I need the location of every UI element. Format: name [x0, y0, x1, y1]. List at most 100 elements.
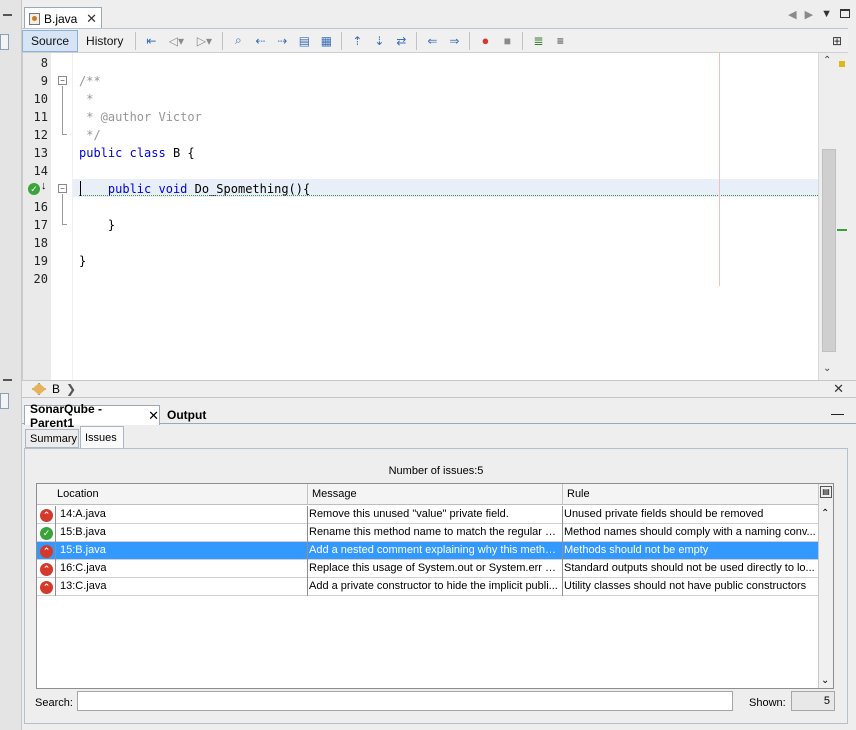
- previous-bookmark-icon[interactable]: ⇡: [346, 30, 368, 52]
- back-icon[interactable]: ◁▾: [162, 30, 190, 52]
- start-macro-icon[interactable]: ●: [474, 30, 496, 52]
- divider: [469, 31, 471, 50]
- left-panel-edge: [0, 393, 9, 409]
- arrow-down-icon: ↓: [41, 180, 47, 192]
- tab-issues[interactable]: Issues: [80, 426, 124, 448]
- close-icon[interactable]: ✕: [833, 381, 844, 397]
- column-divider[interactable]: [562, 484, 563, 505]
- search-input[interactable]: [77, 691, 733, 711]
- editor-tab-bar: B.java ✕ ◀ ▶ ▼: [22, 4, 856, 29]
- ide-window: B.java ✕ ◀ ▶ ▼ Source History ⇤ ◁▾ ▷▾ ⌕ …: [0, 0, 856, 730]
- fold-guide: [62, 86, 63, 134]
- column-divider: [562, 578, 563, 596]
- column-divider: [562, 506, 563, 524]
- cell-message: Remove this unused "value" private field…: [309, 508, 509, 520]
- fold-collapse-icon[interactable]: −: [58, 76, 67, 85]
- cell-rule: Utility classes should not have public c…: [564, 580, 807, 592]
- issue-count: Number of issues:5: [388, 465, 484, 477]
- line-number: 20: [33, 272, 48, 286]
- scroll-down-icon[interactable]: ⌄: [821, 675, 829, 686]
- column-header-rule[interactable]: Rule: [567, 488, 590, 500]
- column-divider: [307, 578, 308, 596]
- file-tab[interactable]: B.java ✕: [24, 7, 102, 29]
- find-previous-icon[interactable]: ⇠: [249, 30, 271, 52]
- scroll-left-icon[interactable]: ◀: [788, 8, 796, 21]
- fold-collapse-icon[interactable]: −: [58, 184, 67, 193]
- column-divider: [55, 542, 56, 560]
- issues-pane: Number of issues:5 Location Message Rule…: [24, 448, 848, 724]
- code-text: public class B {: [79, 146, 195, 160]
- uncomment-icon[interactable]: ≡: [549, 30, 571, 52]
- line-number: 10: [33, 92, 48, 106]
- column-header-location[interactable]: Location: [57, 488, 99, 500]
- table-row[interactable]: ⌃ 14:A.java Remove this unused "value" pri…: [37, 506, 819, 524]
- code-line[interactable]: /**: [79, 72, 101, 90]
- tab-summary[interactable]: Summary: [25, 429, 79, 448]
- line-number: 11: [33, 110, 48, 124]
- ok-marker[interactable]: [837, 229, 847, 231]
- shift-right-icon[interactable]: ⇒: [443, 30, 465, 52]
- file-tab-label: B.java: [44, 11, 78, 26]
- maximize-icon[interactable]: [840, 9, 850, 18]
- table-row[interactable]: ⌃ 13:C.java Add a private constructor to h…: [37, 578, 819, 596]
- find-selection-icon[interactable]: ▤: [293, 30, 315, 52]
- cell-rule: Standard outputs should not be used dire…: [564, 562, 815, 574]
- tab-source[interactable]: Source: [22, 29, 79, 52]
- table-row[interactable]: ⌃ 16:C.java Replace this usage of System.o…: [37, 560, 819, 578]
- forward-icon[interactable]: ▷▾: [190, 30, 218, 52]
- panel-tab-bar: SonarQube - Parent1 ✕ Output —: [22, 402, 856, 430]
- line-number: 13: [33, 146, 48, 160]
- column-chooser-icon[interactable]: ▤: [820, 486, 832, 498]
- comment-icon[interactable]: ≣: [527, 30, 549, 52]
- code-line[interactable]: * @author Victor: [79, 108, 202, 126]
- find-icon[interactable]: ⌕: [227, 30, 249, 52]
- scroll-thumb[interactable]: [822, 149, 836, 352]
- minimize-icon[interactable]: —: [831, 406, 844, 421]
- column-header-message[interactable]: Message: [312, 488, 357, 500]
- tab-history[interactable]: History: [78, 30, 131, 52]
- warning-marker[interactable]: [839, 61, 845, 67]
- scroll-right-icon[interactable]: ▶: [805, 8, 813, 21]
- chevron-down-icon[interactable]: ▼: [821, 8, 832, 21]
- line-number: 19: [33, 254, 48, 268]
- close-icon[interactable]: ✕: [86, 11, 97, 27]
- code-line[interactable]: public class B {: [79, 144, 195, 162]
- scroll-down-icon[interactable]: ⌄: [823, 363, 831, 374]
- close-icon[interactable]: ✕: [148, 408, 159, 424]
- scroll-up-icon[interactable]: ⌃: [821, 508, 829, 519]
- split-editor-icon[interactable]: ⊞: [826, 30, 848, 52]
- toggle-bookmark-icon[interactable]: ⇄: [390, 30, 412, 52]
- right-margin-guide: [719, 53, 720, 286]
- code-line[interactable]: }: [79, 216, 115, 234]
- code-editor[interactable]: 8 9 10 11 12 13 14 16 17 18 19 20 − − ✓ ↓ /** * * @…: [22, 53, 848, 380]
- column-divider[interactable]: [307, 484, 308, 505]
- next-bookmark-icon[interactable]: ⇣: [368, 30, 390, 52]
- table-row[interactable]: ⌃ 15:B.java Add a nested comment explainin…: [37, 542, 819, 560]
- tab-output-label: Output: [167, 408, 207, 422]
- code-line[interactable]: */: [79, 126, 100, 144]
- cell-rule: Unused private fields should be removed: [564, 508, 764, 520]
- ok-annotation-icon[interactable]: ✓: [28, 183, 40, 195]
- table-row[interactable]: ✓ 15:B.java Rename this method name to mat…: [37, 524, 819, 542]
- find-next-icon[interactable]: ⇢: [271, 30, 293, 52]
- cell-message: Add a private constructor to hide the im…: [309, 580, 558, 592]
- shift-left-icon[interactable]: ⇐: [421, 30, 443, 52]
- cell-location: 15:B.java: [60, 526, 106, 538]
- table-scrollbar[interactable]: ▤ ⌃ ⌄: [818, 484, 833, 688]
- divider: [416, 31, 418, 50]
- breadcrumb-item[interactable]: B: [52, 382, 60, 396]
- code-line[interactable]: public void Do_Spomething(){: [79, 180, 310, 198]
- last-edit-icon[interactable]: ⇤: [140, 30, 162, 52]
- stop-macro-icon[interactable]: ■: [496, 30, 518, 52]
- scroll-up-icon[interactable]: ⌃: [823, 55, 831, 66]
- toggle-highlight-icon[interactable]: ▦: [315, 30, 337, 52]
- tab-sonarqube[interactable]: SonarQube - Parent1 ✕: [24, 402, 160, 430]
- tab-output[interactable]: Output: [162, 405, 222, 425]
- breadcrumb-arrow-icon[interactable]: ❯: [66, 382, 76, 396]
- line-number: 9: [40, 74, 48, 88]
- code-line[interactable]: *: [79, 90, 93, 108]
- minimize-icon[interactable]: [3, 14, 12, 16]
- minimize-icon[interactable]: [3, 379, 12, 381]
- code-line[interactable]: }: [79, 252, 86, 270]
- editor-scrollbar[interactable]: ⌃ ⌄: [818, 53, 848, 380]
